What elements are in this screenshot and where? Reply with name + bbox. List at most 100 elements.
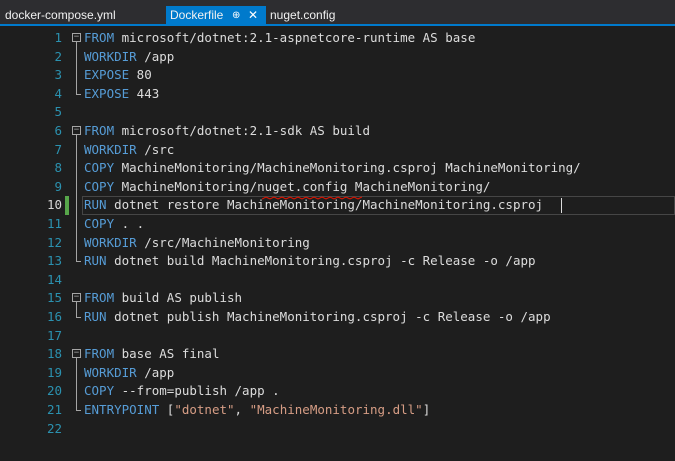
tab-dockerfile[interactable]: Dockerfile ⊕ ✕ [166, 6, 266, 26]
code-line[interactable]: 5 [0, 103, 675, 122]
collapse-icon[interactable]: − [72, 33, 81, 42]
code-line[interactable]: 11 COPY . . [0, 215, 675, 234]
keyword-token: COPY [84, 216, 115, 231]
code-text: FROM microsoft/dotnet:2.1-sdk AS build [84, 122, 370, 141]
line-number: 5 [54, 104, 62, 120]
tab-label: nuget.config [270, 8, 336, 22]
keyword-token: WORKDIR [84, 141, 137, 157]
argument-token: . . [114, 216, 145, 231]
argument-token: /src [136, 141, 175, 157]
code-text: WORKDIR /src [84, 141, 174, 160]
argument-token: base AS final [114, 346, 220, 362]
line-number: 8 [54, 160, 62, 176]
code-line[interactable]: 8 COPY MachineMonitoring/MachineMonitorin… [0, 159, 675, 178]
code-text: COPY MachineMonitoring/MachineMonitoring… [84, 159, 581, 178]
argument-token: MachineMonitoring/nuget.config MachineMo… [114, 178, 491, 194]
pin-icon[interactable]: ⊕ [232, 6, 240, 25]
code-text: FROM build AS publish [84, 289, 242, 308]
outline-guide [76, 196, 77, 215]
code-text: COPY . . [84, 215, 144, 234]
line-number: 9 [54, 178, 62, 194]
line-number: 6 [54, 123, 62, 138]
tab-nuget-config[interactable]: nuget.config [270, 6, 350, 24]
outline-guide [76, 363, 77, 383]
line-number: 4 [54, 85, 62, 101]
code-line[interactable]: 17 [0, 327, 675, 346]
keyword-token: EXPOSE [84, 67, 130, 83]
keyword-token: EXPOSE [84, 85, 130, 101]
document-tab-strip: docker-compose.yml Dockerfile ⊕ ✕ nuget.… [0, 0, 675, 26]
keyword-token: FROM [84, 346, 115, 362]
argument-token: dotnet build MachineMonitoring.csproj -c… [106, 253, 536, 269]
code-line[interactable]: 4 EXPOSE 443 [0, 84, 675, 104]
line-number: 19 [46, 364, 62, 380]
argument-token: /src/MachineMonitoring [136, 234, 310, 250]
code-line[interactable]: 2 WORKDIR /app [0, 47, 675, 67]
line-number: 22 [46, 420, 62, 436]
keyword-token: WORKDIR [84, 48, 137, 64]
tab-docker-compose[interactable]: docker-compose.yml [5, 6, 161, 24]
code-line[interactable]: 22 [0, 420, 675, 439]
code-line[interactable]: 13 RUN dotnet build MachineMonitoring.csp… [0, 252, 675, 271]
code-line[interactable]: 9 COPY MachineMonitoring/nuget.config Mac… [0, 177, 675, 197]
code-line[interactable]: 6 − FROM microsoft/dotnet:2.1-sdk AS build [0, 122, 675, 141]
code-line[interactable]: 14 [0, 271, 675, 290]
line-number: 16 [46, 309, 62, 324]
argument-token: MachineMonitoring/MachineMonitoring.cspr… [114, 160, 581, 176]
code-line[interactable]: 1 − FROM microsoft/dotnet:2.1-aspnetcore-r… [0, 29, 675, 48]
argument-token: dotnet publish MachineMonitoring.csproj … [106, 309, 551, 324]
code-editor[interactable]: 1− FROM microsoft/dotnet:2.1-aspnetcore-r… [0, 26, 675, 461]
collapse-icon[interactable]: − [72, 293, 81, 303]
punctuation-token: ] [422, 402, 431, 417]
argument-token: /app [136, 364, 175, 380]
keyword-token: FROM [84, 123, 115, 138]
code-line[interactable]: 16 RUN dotnet publish MachineMonitoring.c… [0, 308, 675, 327]
keyword-token: FROM [84, 290, 115, 306]
code-line[interactable]: 12 WORKDIR /src/MachineMonitoring [0, 233, 675, 253]
keyword-token: FROM [84, 30, 115, 45]
code-line[interactable]: 7 WORKDIR /src [0, 140, 675, 160]
code-text: FROM base AS final [84, 345, 219, 364]
code-text: ENTRYPOINT ["dotnet", "MachineMonitoring… [84, 401, 430, 420]
code-line[interactable]: 21 ENTRYPOINT ["dotnet", "MachineMonitori… [0, 401, 675, 420]
code-text: EXPOSE 443 [84, 85, 159, 104]
outline-guide [76, 159, 77, 178]
outline-guide [76, 252, 81, 263]
collapse-icon[interactable]: − [72, 126, 81, 135]
tab-label: docker-compose.yml [5, 8, 116, 22]
code-line[interactable]: 20 COPY --from=publish /app . [0, 382, 675, 401]
outline-guide [76, 140, 77, 160]
code-text: WORKDIR /app [84, 48, 174, 67]
string-token: "MachineMonitoring.dll" [249, 402, 423, 417]
collapse-icon[interactable]: − [72, 349, 81, 359]
close-icon[interactable]: ✕ [248, 6, 258, 25]
string-token: "dotnet" [174, 402, 235, 417]
spell-check-squiggle [262, 196, 362, 200]
line-number: 15 [46, 290, 62, 306]
argument-token: 443 [129, 85, 160, 101]
outline-guide [76, 233, 77, 253]
code-text: WORKDIR /app [84, 364, 174, 383]
line-number: 13 [46, 253, 62, 269]
code-line[interactable]: 15− FROM build AS publish [0, 289, 675, 308]
code-line[interactable]: 18− FROM base AS final [0, 345, 675, 364]
outline-guide [76, 215, 77, 234]
keyword-token: ENTRYPOINT [84, 402, 160, 417]
code-line[interactable]: 19 WORKDIR /app [0, 363, 675, 383]
line-number: 20 [46, 383, 62, 399]
code-text: WORKDIR /src/MachineMonitoring [84, 234, 310, 253]
argument-token: build AS publish [114, 290, 243, 306]
line-number: 11 [46, 216, 62, 231]
punctuation-token: , [234, 402, 250, 417]
outline-guide [76, 401, 81, 412]
code-text: FROM microsoft/dotnet:2.1-aspnetcore-run… [84, 29, 475, 48]
keyword-token: RUN [84, 197, 107, 213]
keyword-token: WORKDIR [84, 234, 137, 250]
code-line[interactable]: 3 EXPOSE 80 [0, 66, 675, 85]
argument-token: microsoft/dotnet:2.1-sdk AS build [114, 123, 370, 138]
code-text: RUN dotnet build MachineMonitoring.cspro… [84, 252, 536, 271]
keyword-token: COPY [84, 160, 115, 176]
keyword-token: RUN [84, 309, 107, 324]
line-number: 14 [46, 271, 62, 287]
line-number: 21 [46, 402, 62, 417]
